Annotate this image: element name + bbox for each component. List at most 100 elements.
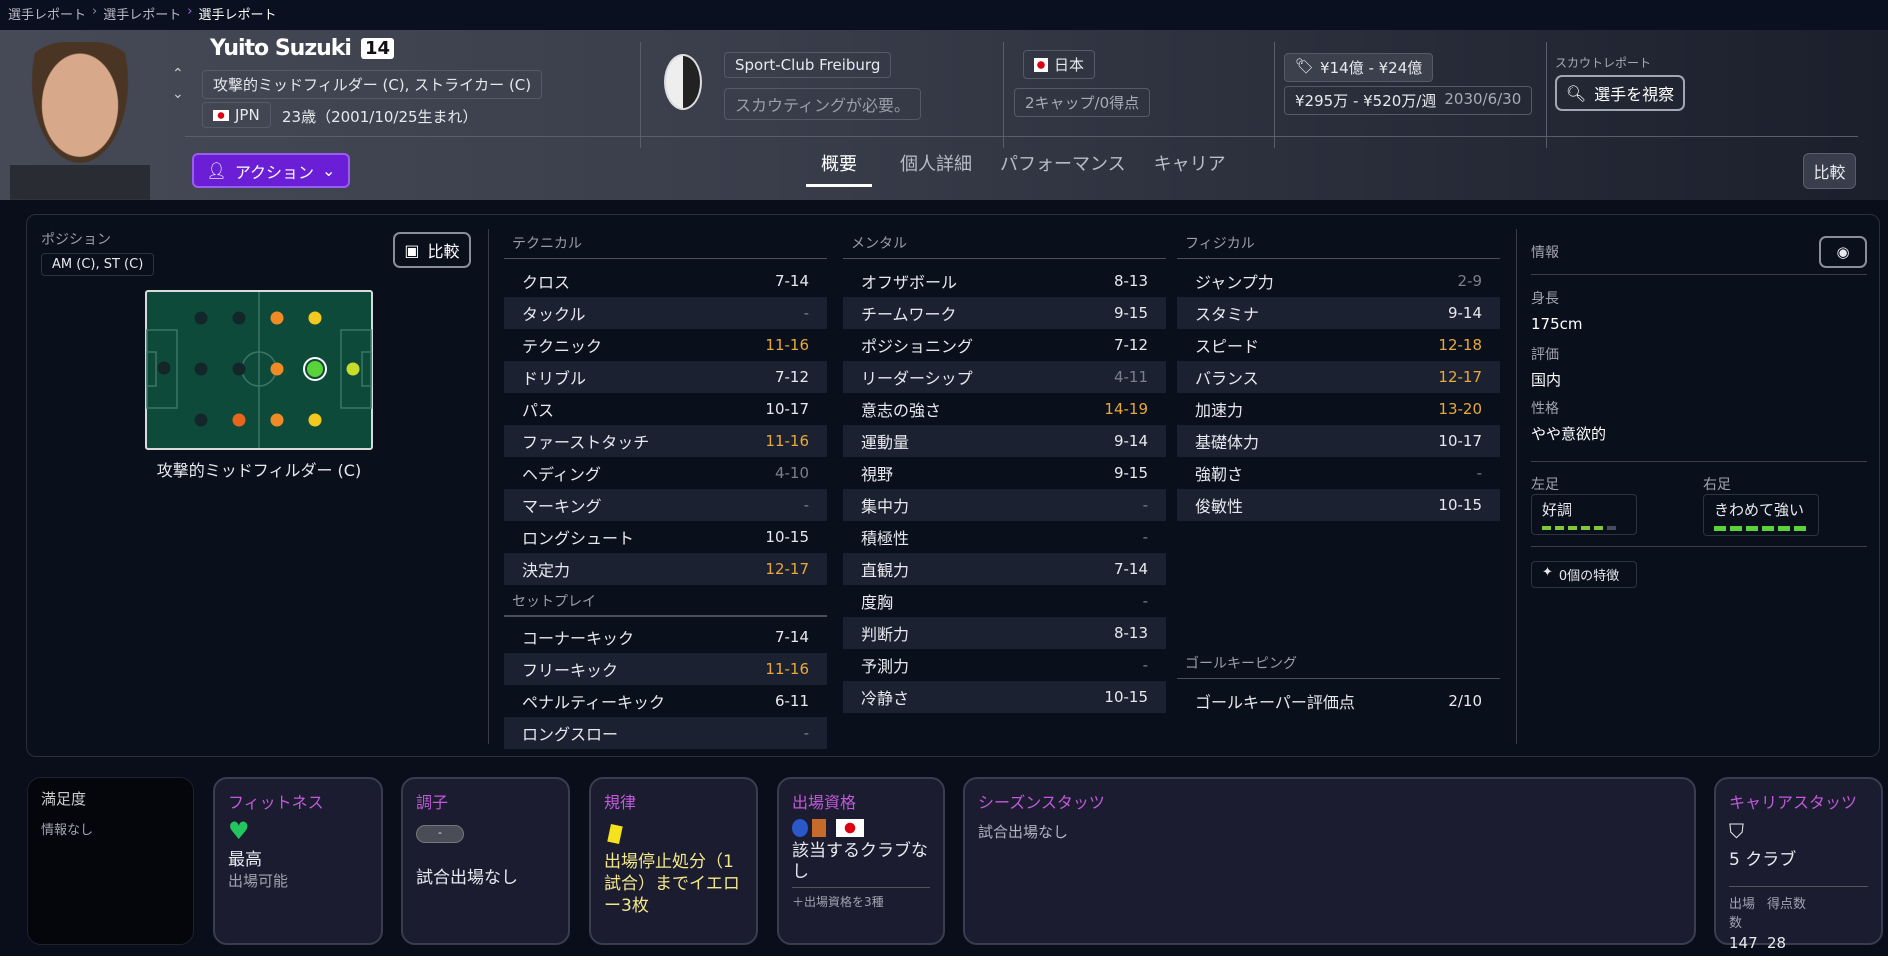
attribute-value: 4-10 <box>774 464 809 482</box>
goals-value: 28 <box>1767 934 1787 952</box>
attribute-row[interactable]: ジャンプ力 2-9 <box>1177 265 1500 297</box>
position-compare-button[interactable]: ▣ 比較 <box>393 232 471 268</box>
attribute-name: コーナーキック <box>522 629 635 648</box>
price-tag-icon: 🏷 <box>1295 57 1315 75</box>
divider <box>488 229 489 744</box>
club-crest-icon[interactable] <box>664 54 702 110</box>
attribute-row[interactable]: 意志の強さ 14-19 <box>843 393 1166 425</box>
position-dot-amr[interactable] <box>308 413 322 427</box>
season-stats-card[interactable]: シーズンスタッツ 試合出場なし <box>963 777 1696 945</box>
position-dot-dc[interactable] <box>194 362 208 376</box>
fitness-card[interactable]: フィットネス ♥ 最高 出場可能 <box>213 777 383 945</box>
attribute-row[interactable]: 直観力 7-14 <box>843 553 1166 585</box>
form-card[interactable]: 調子 - 試合出場なし <box>401 777 570 945</box>
attribute-value: 10-15 <box>765 528 809 546</box>
position-dot-dl[interactable] <box>194 311 208 325</box>
attribute-row[interactable]: 視野 9-15 <box>843 457 1166 489</box>
position-dot-wbl[interactable] <box>232 311 246 325</box>
breadcrumb-item[interactable]: 選手レポート <box>8 4 86 26</box>
attribute-row[interactable]: フリーキック 11-16 <box>504 653 827 685</box>
attribute-row[interactable]: ファーストタッチ 11-16 <box>504 425 827 457</box>
attribute-row[interactable]: 基礎体力 10-17 <box>1177 425 1500 457</box>
tab-performance[interactable]: パフォーマンス <box>1000 150 1126 187</box>
attribute-row[interactable]: 予測力 - <box>843 649 1166 681</box>
attribute-name: テクニック <box>522 337 603 356</box>
attribute-name: 基礎体力 <box>1195 433 1260 452</box>
position-dot-dm[interactable] <box>232 362 246 376</box>
wage-box: ¥295万 - ¥520万/週 2030/6/30 <box>1284 86 1533 115</box>
eligibility-card[interactable]: 出場資格 該当するクラブなし ＋出場資格を3種 <box>777 777 945 945</box>
attribute-row[interactable]: 集中力 - <box>843 489 1166 521</box>
position-dot-gk[interactable] <box>157 361 171 375</box>
breadcrumb-item[interactable]: 選手レポート <box>103 4 181 26</box>
action-button[interactable]: 👤︎ アクション ⌄ <box>192 153 350 188</box>
attribute-row[interactable]: ペナルティーキック 6-11 <box>504 685 827 717</box>
divider <box>1274 42 1275 148</box>
attribute-row[interactable]: ロングシュート 10-15 <box>504 521 827 553</box>
attribute-row[interactable]: 強靭さ - <box>1177 457 1500 489</box>
physical-section: フィジカル ジャンプ力 2-9 スタミナ 9-14 スピード 12-18 バランス 12-17… <box>1177 233 1500 521</box>
divider <box>640 42 641 148</box>
player-role-icon[interactable]: ◉ <box>1819 235 1867 268</box>
attribute-row[interactable]: バランス 12-17 <box>1177 361 1500 393</box>
attribute-value: - <box>1476 464 1482 482</box>
attribute-row[interactable]: パス 10-17 <box>504 393 827 425</box>
attribute-row[interactable]: チームワーク 9-15 <box>843 297 1166 329</box>
more-eligibility-link[interactable]: ＋出場資格を3種 <box>792 893 930 910</box>
attribute-row[interactable]: 俊敏性 10-15 <box>1177 489 1500 521</box>
attribute-row[interactable]: スピード 12-18 <box>1177 329 1500 361</box>
position-dot-wbr[interactable] <box>232 413 246 427</box>
position-dot-ml[interactable] <box>270 311 284 325</box>
attribute-row[interactable]: リーダーシップ 4-11 <box>843 361 1166 393</box>
attribute-row[interactable]: ポジショニング 7-12 <box>843 329 1166 361</box>
attribute-row[interactable]: スタミナ 9-14 <box>1177 297 1500 329</box>
position-dot-mr[interactable] <box>270 413 284 427</box>
attribute-value: 4-11 <box>1113 368 1148 386</box>
attribute-value: - <box>803 724 809 742</box>
attribute-row[interactable]: 度胸 - <box>843 585 1166 617</box>
attribute-value: - <box>1142 656 1148 674</box>
attribute-row[interactable]: 加速力 13-20 <box>1177 393 1500 425</box>
attribute-row[interactable]: 冷静さ 10-15 <box>843 681 1166 713</box>
career-stats-card[interactable]: キャリアスタッツ ⛉ 5 クラブ 出場数 得点数 147 28 <box>1714 777 1883 952</box>
goalkeeping-section: ゴールキーピング ゴールキーパー評価点 2/10 <box>1177 653 1500 717</box>
position-dot-dr[interactable] <box>194 413 208 427</box>
nationality-box: JPN <box>202 102 271 128</box>
attribute-name: ファーストタッチ <box>522 433 650 452</box>
discipline-card[interactable]: 規律 出場停止処分（1試合）までイエロー3枚 <box>589 777 758 945</box>
position-dot-amc[interactable] <box>307 361 323 377</box>
position-dot-mc[interactable] <box>270 362 284 376</box>
attribute-row[interactable]: マーキング - <box>504 489 827 521</box>
position-dot-aml[interactable] <box>308 311 322 325</box>
attribute-name: パス <box>522 401 555 420</box>
tab-career[interactable]: キャリア <box>1154 150 1226 187</box>
attribute-row[interactable]: クロス 7-14 <box>504 265 827 297</box>
traits-button[interactable]: ✦ 0個の特徴 <box>1531 561 1637 588</box>
club-name[interactable]: Sport-Club Freiburg <box>724 52 892 78</box>
national-team[interactable]: 日本 <box>1023 50 1096 79</box>
position-dot-st[interactable] <box>346 362 360 376</box>
divider <box>1003 42 1004 148</box>
card-title: フィットネス <box>228 793 324 812</box>
attribute-row[interactable]: オフザボール 8-13 <box>843 265 1166 297</box>
attribute-row[interactable]: コーナーキック 7-14 <box>504 621 827 653</box>
tab-personal-details[interactable]: 個人詳細 <box>900 150 972 187</box>
attribute-row[interactable]: 判断力 8-13 <box>843 617 1166 649</box>
tab-overview[interactable]: 概要 <box>806 150 872 187</box>
attribute-row[interactable]: ロングスロー - <box>504 717 827 749</box>
chevron-down-icon[interactable]: ⌄ <box>172 84 184 104</box>
attribute-name: バランス <box>1195 369 1259 388</box>
chevron-up-icon[interactable]: ⌃ <box>172 64 184 84</box>
attribute-value: - <box>1142 528 1148 546</box>
scout-player-button[interactable]: 🔍︎ 選手を視察 <box>1555 75 1685 111</box>
attribute-row[interactable]: 決定力 12-17 <box>504 553 827 585</box>
attribute-row[interactable]: ドリブル 7-12 <box>504 361 827 393</box>
attribute-row[interactable]: 積極性 - <box>843 521 1166 553</box>
nation-code: JPN <box>235 106 260 124</box>
attribute-row[interactable]: ヘディング 4-10 <box>504 457 827 489</box>
compare-button[interactable]: 比較 <box>1803 153 1856 189</box>
attribute-row[interactable]: テクニック 11-16 <box>504 329 827 361</box>
attribute-row[interactable]: ゴールキーパー評価点 2/10 <box>1177 685 1500 717</box>
attribute-row[interactable]: タックル - <box>504 297 827 329</box>
attribute-row[interactable]: 運動量 9-14 <box>843 425 1166 457</box>
